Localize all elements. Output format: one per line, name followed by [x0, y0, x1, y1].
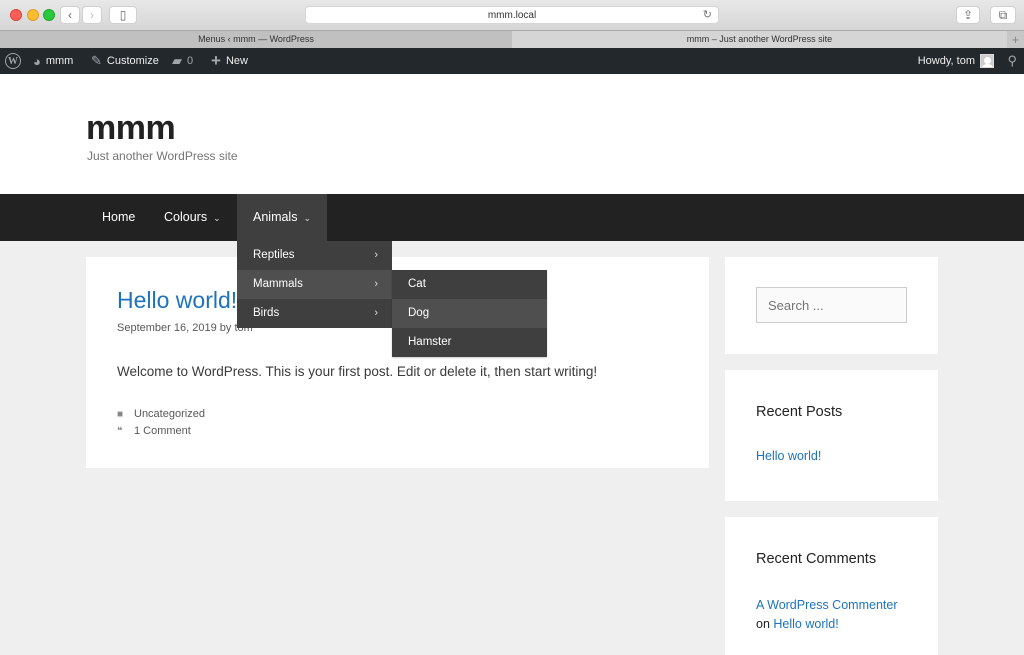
submenu-label: Dog — [408, 307, 430, 319]
submenu-item-hamster[interactable]: Hamster — [392, 328, 547, 357]
reload-icon[interactable]: ↻ — [703, 7, 712, 24]
zoom-window-button[interactable] — [43, 9, 55, 21]
chevron-down-icon: ⌄ — [303, 213, 312, 223]
comment-icon: ▰ — [172, 53, 182, 68]
post-meta: September 16, 2019 by tom — [117, 322, 253, 334]
customize-label: Customize — [106, 55, 159, 67]
submenu-label: Cat — [408, 278, 426, 290]
post-title-link[interactable]: Hello world! — [117, 287, 237, 314]
browser-toolbar: ‹ › ▯ mmm.local ↻ ⇪ ⧉ — [0, 0, 1024, 30]
comment-author-link[interactable]: A WordPress Commenter — [756, 596, 897, 615]
search-widget — [725, 257, 938, 354]
nav-item-colours[interactable]: Colours ⌄ — [148, 194, 237, 241]
tab-strip: Menus ‹ mmm — WordPress mmm – Just anoth… — [0, 30, 1024, 49]
sidebar-toggle-button[interactable]: ▯ — [109, 6, 137, 24]
nav-item-home[interactable]: Home — [86, 194, 151, 241]
comments-icon: ❝ — [117, 426, 123, 437]
comments-count: 0 — [187, 55, 194, 67]
submenu-item-cat[interactable]: Cat — [392, 270, 547, 299]
nav-label: Animals — [253, 210, 298, 224]
howdy-label: Howdy, tom — [917, 55, 975, 67]
post-content: Welcome to WordPress. This is your first… — [117, 364, 598, 379]
category-link[interactable]: Uncategorized — [134, 406, 205, 423]
tab-label: Menus ‹ mmm — WordPress — [198, 34, 314, 44]
tab-site[interactable]: mmm – Just another WordPress site — [512, 31, 1007, 49]
folder-icon: ■ — [117, 409, 124, 420]
brush-icon: ✎ — [91, 53, 102, 68]
search-input[interactable] — [756, 287, 907, 323]
plus-icon: + — [1011, 32, 1020, 47]
admin-bar-comments[interactable]: ▰ 0 — [172, 48, 193, 74]
recent-posts-widget: Recent Posts Hello world! — [725, 370, 938, 501]
forward-button[interactable]: › — [82, 6, 102, 24]
chevron-left-icon: ‹ — [68, 8, 72, 22]
tab-menus[interactable]: Menus ‹ mmm — WordPress — [0, 31, 512, 49]
admin-bar-customize[interactable]: ✎ Customize — [91, 48, 159, 74]
post-footer: ■ Uncategorized ❝ 1 Comment — [117, 406, 205, 440]
post-date[interactable]: September 16, 2019 — [117, 322, 217, 334]
submenu-label: Birds — [253, 307, 280, 319]
site-description: Just another WordPress site — [87, 149, 238, 163]
comments-link[interactable]: 1 Comment — [134, 423, 191, 440]
address-bar[interactable]: mmm.local ↻ — [305, 6, 719, 24]
admin-bar-new[interactable]: + New — [211, 48, 248, 74]
main-navigation: Home Colours ⌄ Animals ⌄ — [0, 194, 1024, 241]
submenu-label: Mammals — [253, 278, 303, 290]
chevron-right-icon: › — [374, 307, 378, 319]
submenu-label: Reptiles — [253, 249, 295, 261]
submenu-label: Hamster — [408, 336, 452, 348]
recent-comments-widget: Recent Comments A WordPress Commenter on… — [725, 517, 938, 655]
chevron-down-icon: ⌄ — [213, 213, 221, 223]
recent-comment-item: A WordPress Commenter on Hello world! — [756, 596, 897, 634]
show-tabs-button[interactable]: ⧉ — [990, 6, 1016, 24]
submenu-item-reptiles[interactable]: Reptiles › — [237, 241, 392, 270]
site-title[interactable]: mmm — [86, 109, 176, 148]
new-tab-button[interactable]: + — [1007, 31, 1024, 49]
avatar — [980, 54, 994, 68]
new-label: New — [225, 55, 248, 67]
post-by: by — [219, 322, 232, 334]
submenu-item-mammals[interactable]: Mammals › — [237, 270, 392, 299]
chevron-right-icon: › — [90, 8, 94, 22]
url-text: mmm.local — [487, 10, 537, 21]
admin-bar: W ◕ mmm ✎ Customize ▰ 0 + New Howdy, tom… — [0, 48, 1024, 74]
plus-icon: + — [211, 51, 221, 70]
site-header: mmm Just another WordPress site — [0, 74, 1024, 194]
animals-submenu: Reptiles › Mammals › Birds › — [237, 241, 392, 328]
wordpress-logo-icon[interactable]: W — [5, 53, 21, 69]
widget-title: Recent Comments — [756, 551, 877, 567]
chevron-right-icon: › — [374, 249, 378, 261]
share-button[interactable]: ⇪ — [956, 6, 980, 24]
nav-label: Home — [102, 210, 136, 224]
nav-label: Colours — [164, 210, 208, 224]
admin-bar-search[interactable]: ⚲ — [1007, 48, 1017, 74]
back-button[interactable]: ‹ — [60, 6, 80, 24]
admin-bar-site-name[interactable]: ◕ mmm — [33, 48, 73, 74]
search-icon: ⚲ — [1007, 53, 1017, 68]
nav-item-animals[interactable]: Animals ⌄ — [237, 194, 327, 241]
comment-post-link[interactable]: Hello world! — [773, 617, 838, 631]
tab-label: mmm – Just another WordPress site — [686, 34, 833, 44]
minimize-window-button[interactable] — [27, 9, 39, 21]
widget-title: Recent Posts — [756, 404, 843, 420]
sidebar-icon: ▯ — [119, 8, 127, 22]
comment-on: on — [756, 617, 770, 631]
recent-post-link[interactable]: Hello world! — [756, 449, 821, 463]
dashboard-icon: ◕ — [33, 53, 41, 69]
admin-bar-account[interactable]: Howdy, tom — [918, 48, 994, 74]
submenu-item-birds[interactable]: Birds › — [237, 299, 392, 328]
submenu-item-dog[interactable]: Dog — [392, 299, 547, 328]
site-name-label: mmm — [45, 55, 74, 67]
share-icon: ⇪ — [962, 8, 974, 22]
chevron-right-icon: › — [374, 278, 378, 290]
wp-logo-glyph: W — [8, 55, 18, 67]
tabs-icon: ⧉ — [998, 7, 1008, 22]
mammals-submenu: Cat Dog Hamster — [392, 270, 547, 357]
close-window-button[interactable] — [10, 9, 22, 21]
